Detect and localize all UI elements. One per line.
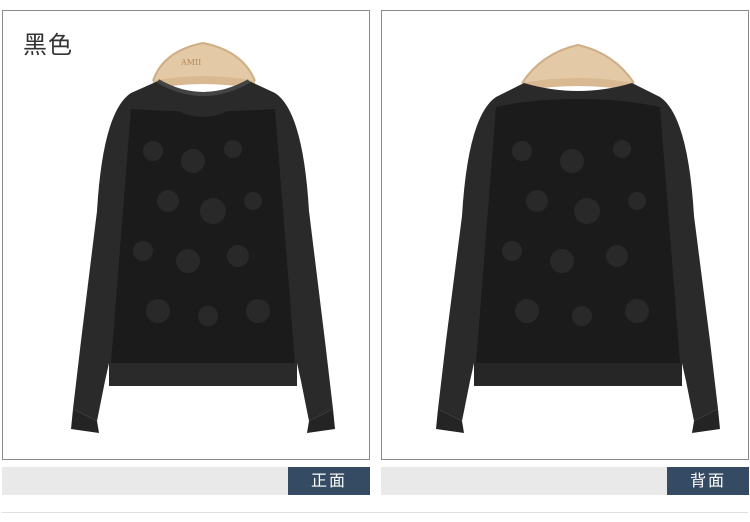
hanger-icon: AMII (152, 41, 256, 89)
hanger-icon (521, 43, 635, 91)
sweater-back-body (436, 83, 720, 433)
sweater-front-body (71, 79, 335, 433)
hanger-brand: AMII (180, 58, 201, 67)
back-caption-tag: 背面 (667, 467, 749, 495)
front-caption-tag: 正面 (288, 467, 370, 495)
front-view-panel: 黑色 AMII (2, 10, 370, 460)
back-caption-bar: 背面 (381, 467, 749, 495)
front-caption-bar: 正面 (2, 467, 370, 495)
sweater-back-image (436, 43, 720, 433)
divider (2, 512, 748, 513)
sweater-front-image: AMII (71, 41, 335, 433)
back-view-panel (381, 10, 749, 460)
